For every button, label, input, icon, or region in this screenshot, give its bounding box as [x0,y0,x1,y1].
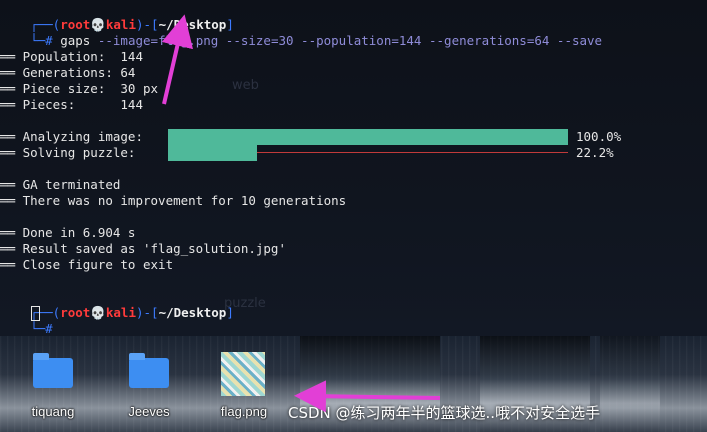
annotation-arrows [161,14,441,413]
arrow-to-flag-icon [294,380,441,413]
arrow-to-command [161,14,194,105]
